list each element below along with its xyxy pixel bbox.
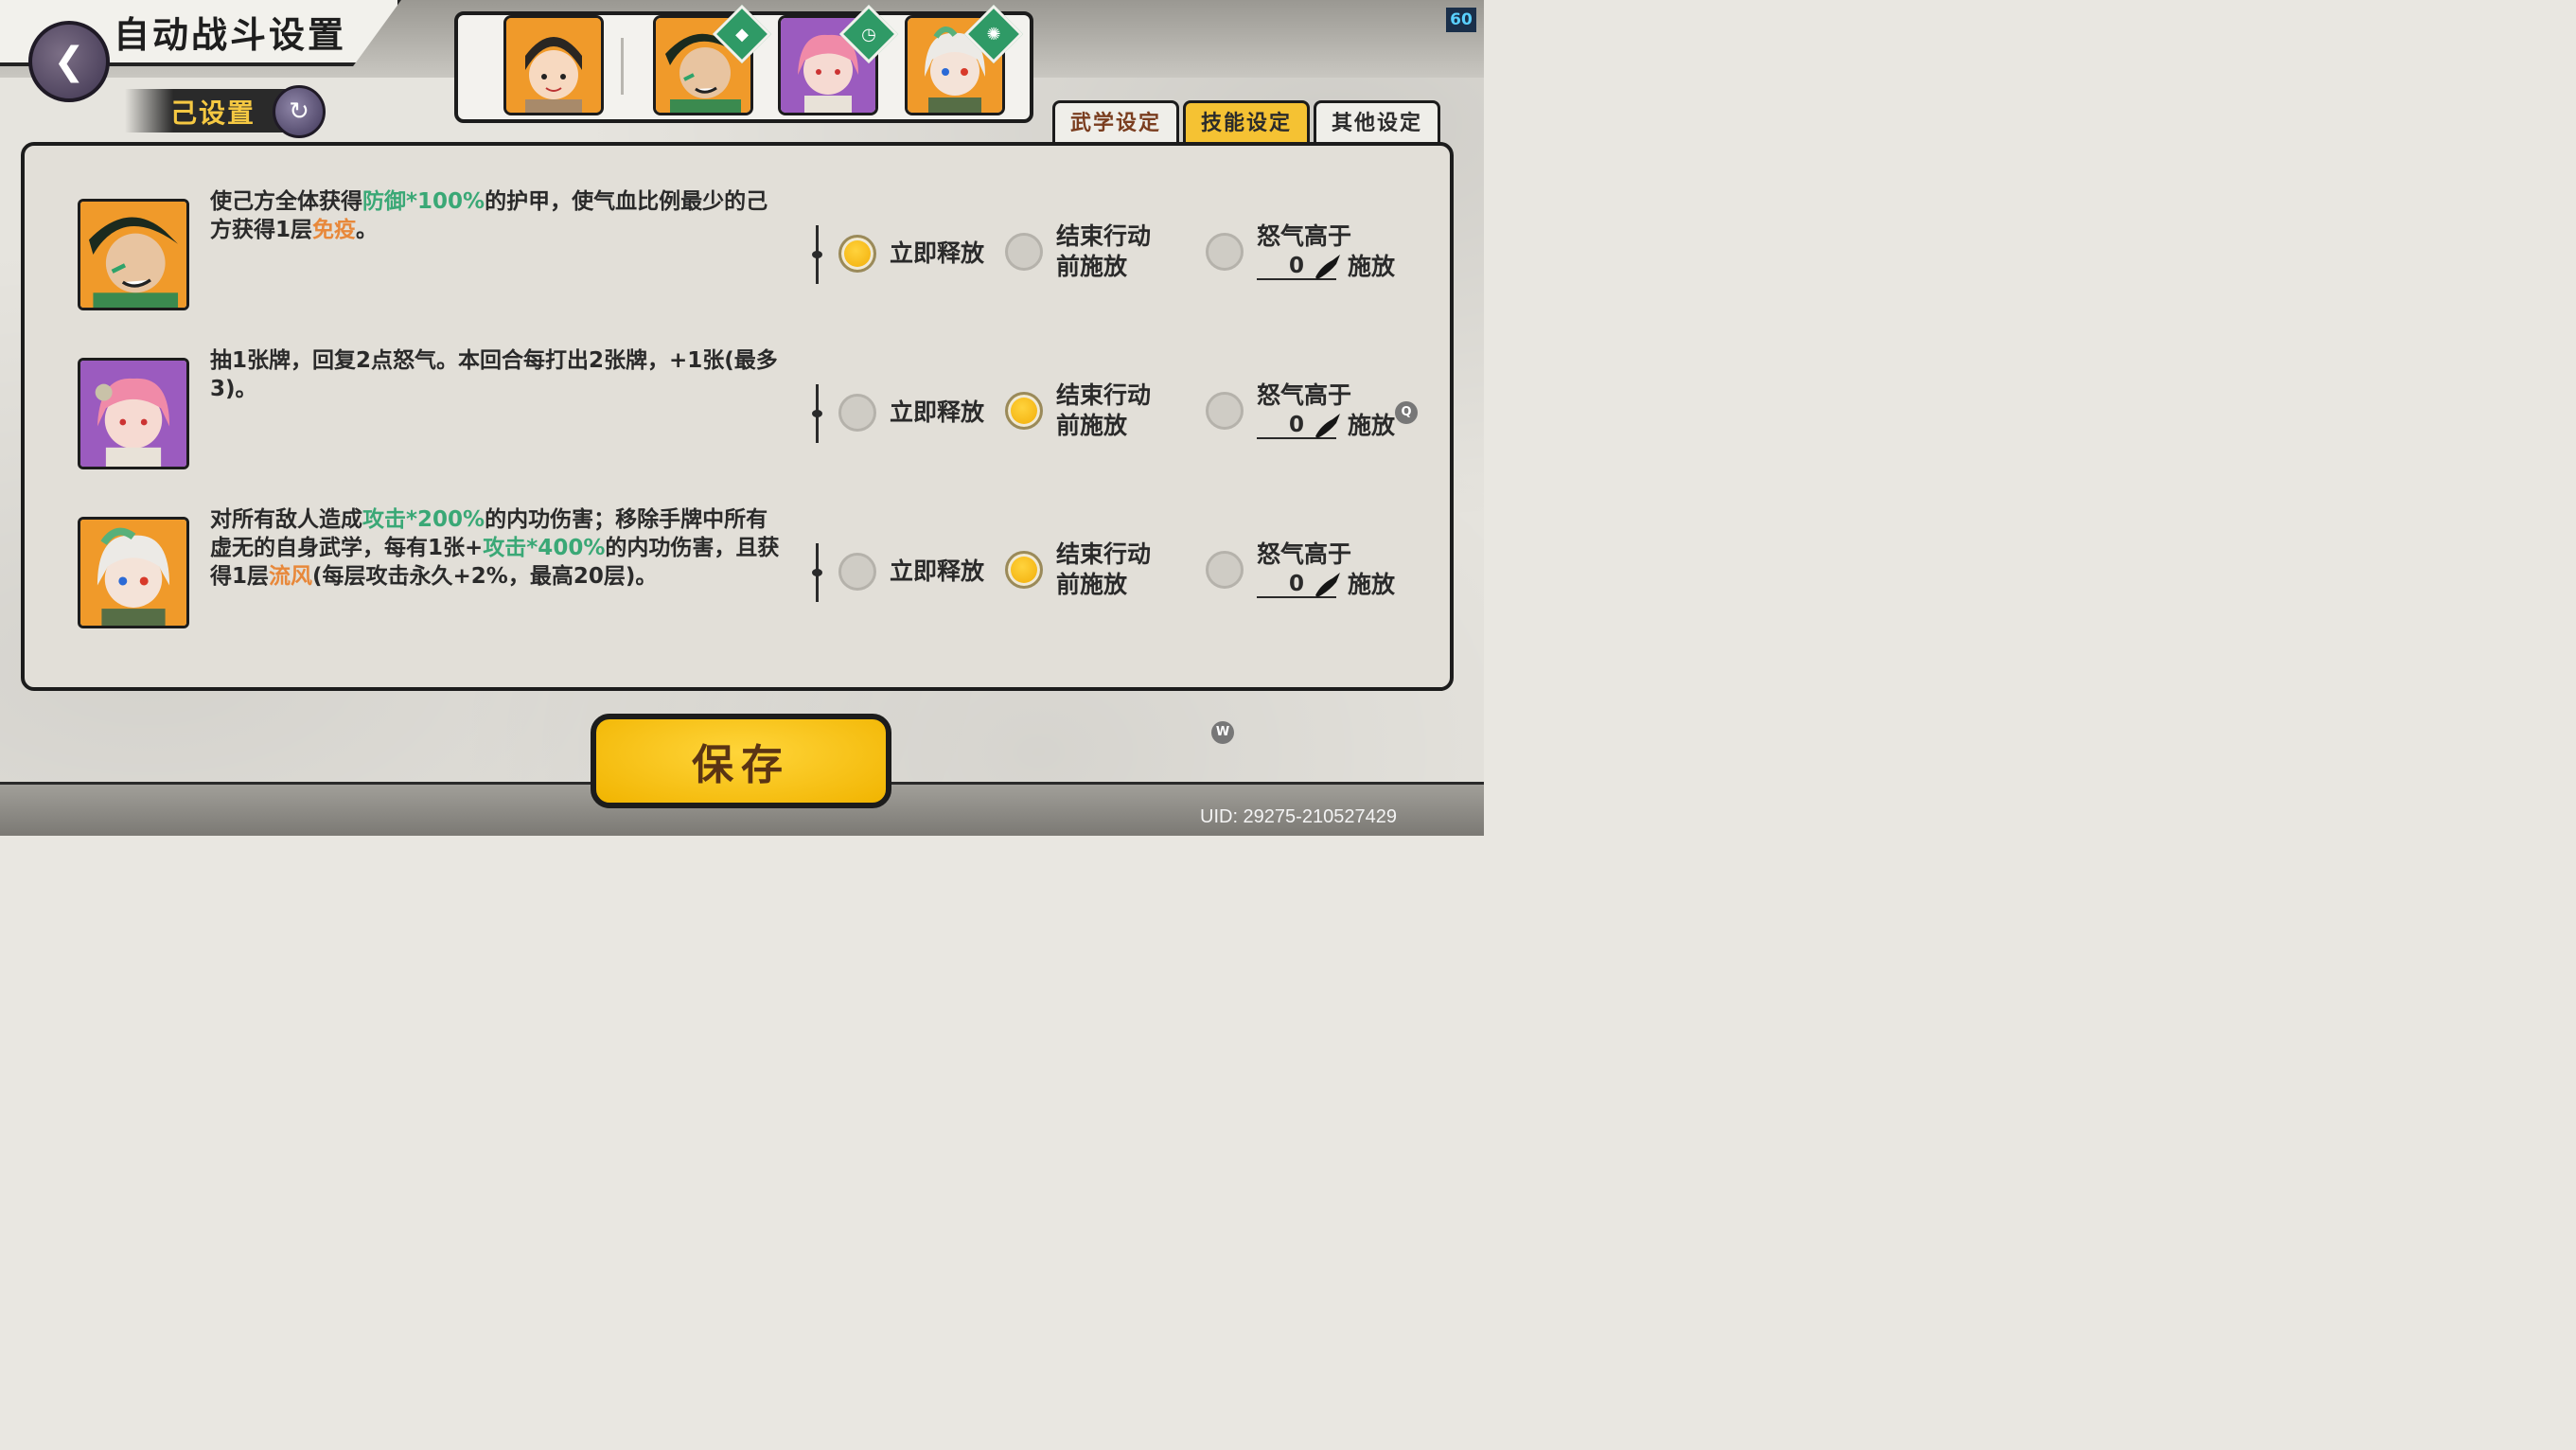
option-separator [812,384,822,443]
save-label: 保存 [692,741,790,789]
brush-icon [1312,412,1344,440]
team-divider [621,38,624,95]
tab-martial-arts[interactable]: 武学设定 [1052,100,1179,143]
save-button[interactable]: 保存 [591,714,891,808]
radio-immediate[interactable] [838,553,876,591]
brush-icon [1312,253,1344,281]
status-badge: 己设置 [125,89,286,133]
skill-description: 使己方全体获得防御*100%的护甲，使气血比例最少的己方获得1层免疫。 [210,189,768,242]
option-immediate[interactable]: 立即释放 [838,235,984,273]
skill-avatar-warrior [78,199,189,310]
option-separator [812,225,822,284]
option-end-turn[interactable]: 结束行动 前施放 [1005,380,1151,441]
radio-end-turn[interactable] [1005,233,1043,271]
team-portrait-1[interactable] [503,15,604,115]
refresh-icon[interactable]: ↻ [273,85,326,138]
option-rage-threshold[interactable]: 怒气高于 0 施放 [1206,539,1395,600]
skill-row-3: 对所有敌人造成攻击*200%的内功伤害；移除手牌中所有虚无的自身武学，每有1张+… [25,500,1450,651]
option-separator [812,543,822,602]
back-arrow-icon: ❮ [53,40,85,83]
uid-label: UID: 29275-210527429 [1200,806,1397,827]
skill-avatar-white [78,517,189,628]
back-button[interactable]: ❮ [28,21,110,102]
option-immediate[interactable]: 立即释放 [838,553,984,591]
skill-description: 对所有敌人造成攻击*200%的内功伤害；移除手牌中所有虚无的自身武学，每有1张+… [210,507,780,589]
radio-rage-threshold[interactable] [1206,551,1244,589]
option-immediate[interactable]: 立即释放 [838,394,984,432]
option-end-turn[interactable]: 结束行动 前施放 [1005,221,1151,282]
skill-settings-panel: 使己方全体获得防御*100%的护甲，使气血比例最少的己方获得1层免疫。 立即释放… [21,142,1454,691]
radio-rage-threshold[interactable] [1206,233,1244,271]
skill-row-2: 抽1张牌，回复2点怒气。本回合每打出2张牌，+1张(最多3)。 立即释放 结束行… [25,341,1450,492]
status-label: 己设置 [170,97,256,129]
hotkey-q-hint: Q [1395,401,1418,424]
brush-icon [1312,571,1344,599]
page-title: 自动战斗设置 [114,14,347,56]
radio-immediate[interactable] [838,394,876,432]
fps-counter: 60 [1446,8,1476,32]
hotkey-w-hint: W [1211,721,1234,744]
radio-end-turn[interactable] [1005,551,1043,589]
option-rage-threshold[interactable]: 怒气高于 0 施放 [1206,221,1395,282]
radio-immediate[interactable] [838,235,876,273]
portrait-girl-orange-icon [506,18,601,113]
tab-skill-settings[interactable]: 技能设定 [1183,100,1310,143]
option-rage-threshold[interactable]: 怒气高于 0 施放 [1206,380,1395,441]
skill-description: 抽1张牌，回复2点怒气。本回合每打出2张牌，+1张(最多3)。 [210,348,778,401]
radio-rage-threshold[interactable] [1206,392,1244,430]
radio-end-turn[interactable] [1005,392,1043,430]
option-end-turn[interactable]: 结束行动 前施放 [1005,539,1151,600]
skill-avatar-pink [78,358,189,469]
skill-row-1: 使己方全体获得防御*100%的护甲，使气血比例最少的己方获得1层免疫。 立即释放… [25,182,1450,333]
tab-other-settings[interactable]: 其他设定 [1314,100,1440,143]
